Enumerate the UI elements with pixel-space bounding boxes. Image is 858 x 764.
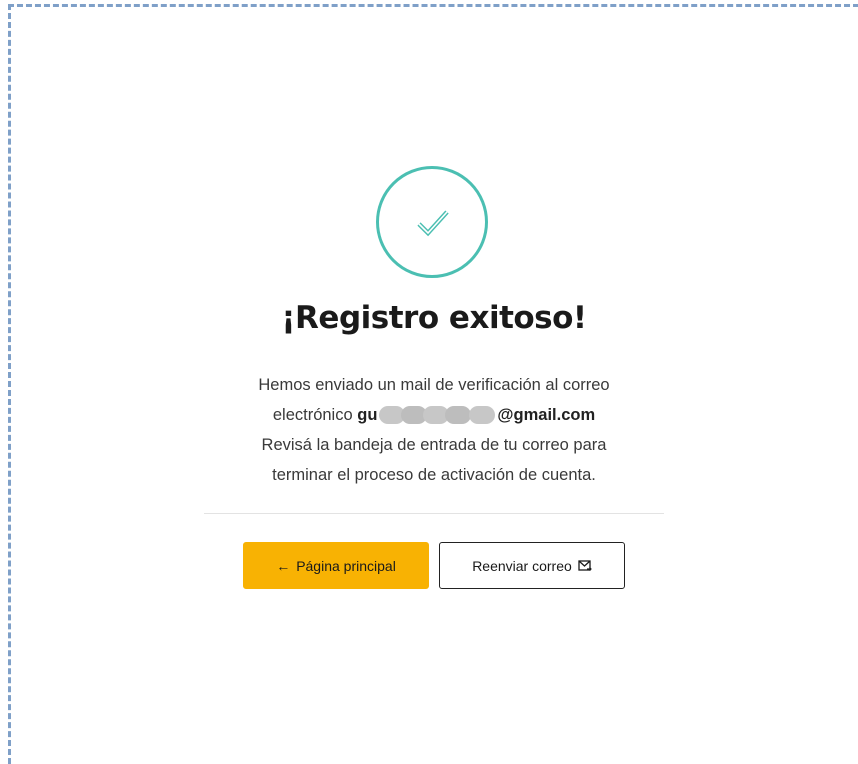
mail-send-icon bbox=[578, 559, 592, 572]
home-button-label: Página principal bbox=[296, 557, 396, 574]
message-prefix: electrónico bbox=[272, 406, 353, 424]
home-button[interactable]: ← Página principal bbox=[243, 542, 429, 589]
email-end: @gmail.com bbox=[497, 406, 596, 424]
resend-email-button[interactable]: Reenviar correo bbox=[439, 542, 625, 589]
resend-button-label: Reenviar correo bbox=[472, 557, 572, 574]
message-line-4: terminar el proceso de activación de cue… bbox=[272, 466, 596, 484]
message-line-3: Revisá la bandeja de entrada de tu corre… bbox=[261, 436, 607, 454]
divider bbox=[204, 513, 664, 514]
success-check-icon bbox=[376, 166, 488, 278]
verification-message: Hemos enviado un mail de verificación al… bbox=[200, 370, 668, 490]
message-line-2: electrónico gu @gmail.com bbox=[200, 400, 668, 430]
arrow-left-icon: ← bbox=[276, 557, 291, 574]
check-icon bbox=[417, 210, 449, 237]
page-title: ¡Registro exitoso! bbox=[281, 300, 587, 336]
user-email: gu @gmail.com bbox=[357, 406, 595, 424]
message-line-1: Hemos enviado un mail de verificación al… bbox=[258, 376, 610, 394]
email-start: gu bbox=[357, 406, 378, 424]
email-redaction bbox=[377, 406, 497, 424]
